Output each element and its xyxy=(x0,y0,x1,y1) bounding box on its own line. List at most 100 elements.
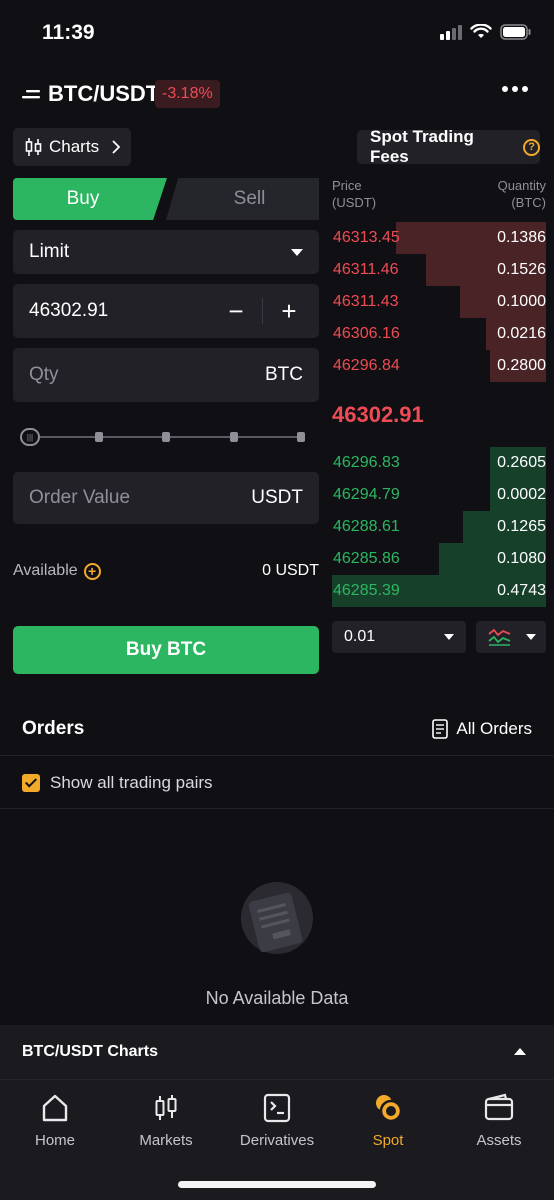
status-icons xyxy=(440,24,532,40)
menu-icon[interactable] xyxy=(22,85,42,105)
trading-header: BTC/USDT -3.18% xyxy=(0,72,554,118)
pair-title[interactable]: BTC/USDT xyxy=(48,81,159,107)
ask-price: 46311.43 xyxy=(333,293,399,310)
tab-markets-label: Markets xyxy=(139,1132,193,1149)
bid-row[interactable]: 46285.39 0.4743 xyxy=(332,575,546,607)
charts-button-label: Charts xyxy=(49,137,100,156)
bid-row[interactable]: 46288.61 0.1265 xyxy=(332,511,546,543)
show-all-pairs-checkbox[interactable] xyxy=(22,773,40,792)
bid-quantity: 0.2605 xyxy=(497,454,546,471)
quantity-column-header: Quantity (BTC) xyxy=(498,177,546,211)
show-all-pairs-toggle[interactable]: Show all trading pairs xyxy=(0,757,554,809)
tab-home-label: Home xyxy=(34,1132,75,1149)
more-options-icon[interactable] xyxy=(502,86,528,92)
candlestick-icon xyxy=(155,1095,177,1120)
all-orders-link[interactable]: All Orders xyxy=(432,719,532,739)
qty-placeholder: Qty xyxy=(29,364,59,385)
tab-spot-label: Spot xyxy=(372,1132,404,1149)
order-value-unit: USDT xyxy=(251,487,303,508)
order-value-field[interactable]: Order Value USDT xyxy=(13,472,319,524)
ask-quantity: 0.1000 xyxy=(497,293,546,310)
available-label-group: Available + xyxy=(13,562,101,580)
slider-track xyxy=(40,436,304,438)
ask-row[interactable]: 46311.46 0.1526 xyxy=(332,254,546,286)
tab-assets[interactable]: Assets xyxy=(444,1092,554,1149)
wifi-icon xyxy=(470,24,492,38)
status-bar: 11:39 xyxy=(0,0,554,66)
tab-sell[interactable]: Sell xyxy=(166,178,319,220)
ask-row[interactable]: 46311.43 0.1000 xyxy=(332,286,546,318)
bid-row[interactable]: 46296.83 0.2605 xyxy=(332,447,546,479)
bid-quantity: 0.0002 xyxy=(497,486,546,503)
qty-header-label: Quantity xyxy=(497,178,546,193)
order-type-value: Limit xyxy=(29,241,70,262)
tab-buy[interactable]: Buy xyxy=(13,178,167,220)
ask-price: 46313.45 xyxy=(333,229,400,246)
cellular-signal-icon xyxy=(440,24,462,40)
charts-panel-toggle[interactable]: BTC/USDT Charts xyxy=(0,1025,554,1079)
slider-handle[interactable]: ||| xyxy=(20,428,40,446)
ask-quantity: 0.2800 xyxy=(497,357,546,374)
slider-step-100[interactable] xyxy=(297,432,305,442)
increase-price-button[interactable]: + xyxy=(275,296,303,327)
ask-price: 46296.84 xyxy=(333,357,400,374)
quantity-field[interactable]: Qty BTC xyxy=(13,348,319,402)
fees-label: Spot Trading Fees xyxy=(370,127,474,166)
candlestick-icon xyxy=(25,138,42,156)
ask-row[interactable]: 46296.84 0.2800 xyxy=(332,350,546,382)
add-funds-icon[interactable]: + xyxy=(83,562,101,580)
document-icon xyxy=(432,719,449,739)
tab-spot[interactable]: Spot xyxy=(333,1092,443,1149)
tab-derivatives-label: Derivatives xyxy=(239,1132,315,1149)
available-value: 0 USDT xyxy=(262,562,319,579)
bid-price: 46288.61 xyxy=(333,518,400,535)
chevron-down-icon xyxy=(526,634,536,640)
empty-state-icon xyxy=(241,882,313,954)
price-input[interactable]: 46302.91 xyxy=(29,300,222,322)
ask-price: 46306.16 xyxy=(333,325,400,342)
tab-home[interactable]: Home xyxy=(0,1092,110,1149)
orders-title: Orders xyxy=(22,718,85,739)
price-stepper[interactable]: 46302.91 − + xyxy=(13,284,319,338)
stepper-divider xyxy=(262,298,263,324)
tab-derivatives[interactable]: Derivatives xyxy=(222,1092,332,1149)
last-price[interactable]: 46302.91 xyxy=(332,402,424,428)
ask-row[interactable]: 46306.16 0.0216 xyxy=(332,318,546,350)
book-view-select[interactable] xyxy=(476,621,546,653)
all-orders-label: All Orders xyxy=(456,719,532,738)
decrease-price-button[interactable]: − xyxy=(222,296,250,327)
bid-row[interactable]: 46294.79 0.0002 xyxy=(332,479,546,511)
price-step-value: 0.01 xyxy=(344,628,376,645)
slider-step-75[interactable] xyxy=(230,432,238,442)
spot-icon xyxy=(376,1095,403,1123)
slider-step-25[interactable] xyxy=(95,432,103,442)
empty-state-text: No Available Data xyxy=(205,988,349,1008)
bid-price: 46294.79 xyxy=(333,486,400,503)
qty-unit: BTC xyxy=(265,364,303,385)
status-time: 11:39 xyxy=(42,21,95,44)
order-book-header: Price (USDT) Quantity (BTC) xyxy=(332,177,546,211)
available-balance: Available + 0 USDT xyxy=(13,562,319,580)
spot-trading-fees-button[interactable]: Spot Trading Fees ? xyxy=(357,127,540,166)
ask-row[interactable]: 46313.45 0.1386 xyxy=(332,222,546,254)
buy-btc-button[interactable]: Buy BTC xyxy=(13,626,319,674)
chevron-down-icon xyxy=(291,248,303,256)
amount-slider[interactable]: ||| xyxy=(20,428,310,446)
chevron-right-icon xyxy=(112,140,121,154)
chevron-up-icon xyxy=(514,1048,526,1055)
battery-icon xyxy=(500,24,531,40)
bid-price: 46285.86 xyxy=(333,550,400,567)
ask-price: 46311.46 xyxy=(333,261,399,278)
bid-price: 46296.83 xyxy=(333,454,400,471)
derivatives-icon xyxy=(263,1093,291,1123)
price-step-select[interactable]: 0.01 xyxy=(332,621,466,653)
tab-markets[interactable]: Markets xyxy=(111,1092,221,1149)
charts-button[interactable]: Charts xyxy=(13,128,131,166)
ask-quantity: 0.1386 xyxy=(497,229,546,246)
qty-header-unit: (BTC) xyxy=(511,195,546,210)
slider-step-50[interactable] xyxy=(162,432,170,442)
bid-price: 46285.39 xyxy=(333,582,400,599)
order-type-select[interactable]: Limit xyxy=(13,230,319,274)
bid-row[interactable]: 46285.86 0.1080 xyxy=(332,543,546,575)
tab-assets-label: Assets xyxy=(476,1132,522,1149)
